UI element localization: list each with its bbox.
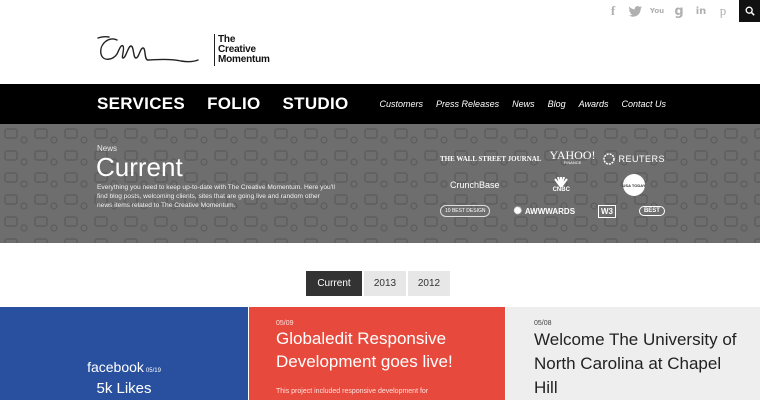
signature-logo-icon (97, 35, 199, 63)
best-web-badge: BEST (638, 206, 665, 216)
peacock-icon (554, 177, 569, 187)
press-logos: THE WALL STREET JOURNAL YAHOO! FINANCE R… (440, 146, 665, 224)
search-icon (745, 6, 755, 16)
cnbc-logo: CNBC (553, 177, 570, 193)
reuters-logo: REUTERS (603, 153, 665, 165)
best-design-badge: 10 BEST DESIGN (440, 205, 491, 217)
facebook-name: facebook (87, 359, 144, 375)
nav-awards[interactable]: Awards (579, 99, 609, 109)
facebook-card[interactable]: facebook 05/19 5k Likes (0, 307, 248, 400)
search-button[interactable] (739, 0, 760, 22)
press-row-3: 10 BEST DESIGN ✺ AWWWARDS W3 BEST (440, 198, 665, 224)
page: f You g in p The Creative Momentum SERVI… (0, 0, 760, 400)
secondary-nav: Customers Press Releases News Blog Award… (367, 84, 666, 124)
awwwards-star-icon: ✺ (513, 205, 522, 217)
tab-current[interactable]: Current (306, 271, 362, 296)
facebook-likes: 5k Likes (96, 380, 152, 397)
primary-nav: SERVICES FOLIO STUDIO (97, 84, 371, 124)
nav-contact-us[interactable]: Contact Us (621, 99, 666, 109)
nav-services[interactable]: SERVICES (97, 94, 185, 114)
card-excerpt: This project included responsive develop… (276, 388, 429, 395)
awwwards-wordmark: AWWWARDS (524, 206, 576, 216)
w3-award-logo: W3 (598, 204, 616, 218)
youtube-icon[interactable]: You (647, 1, 667, 21)
facebook-date: 05/19 (145, 368, 161, 374)
news-card-unc[interactable]: 05/08 Welcome The University of North Ca… (506, 307, 760, 400)
card-title[interactable]: Welcome The University of North Carolina… (534, 328, 749, 400)
linkedin-icon[interactable]: in (691, 1, 711, 21)
social-bar: f You g in p (601, 0, 760, 22)
main-nav-bar: SERVICES FOLIO STUDIO Customers Press Re… (0, 84, 760, 124)
pinterest-icon[interactable]: p (713, 1, 733, 21)
card-date: 05/09 (276, 320, 294, 327)
google-plus-icon[interactable]: g (669, 1, 689, 21)
tab-2012[interactable]: 2012 (408, 271, 450, 296)
crunchbase-logo: CrunchBase (450, 180, 500, 190)
tab-2013[interactable]: 2013 (364, 271, 406, 296)
yahoo-wordmark: YAHOO! (549, 148, 596, 162)
press-row-1: THE WALL STREET JOURNAL YAHOO! FINANCE R… (440, 146, 665, 172)
page-title: Current (96, 152, 183, 182)
yahoo-sub: FINANCE (563, 160, 582, 165)
hero-banner: News Current Everything you need to keep… (0, 124, 760, 243)
awwwards-logo: ✺ AWWWARDS (513, 206, 575, 217)
logo-wordmark: The Creative Momentum (218, 35, 270, 65)
nav-customers[interactable]: Customers (380, 99, 424, 109)
usatoday-logo: USA TODAY (623, 174, 645, 196)
twitter-icon[interactable] (625, 1, 645, 21)
facebook-icon[interactable]: f (603, 1, 623, 21)
cnbc-wordmark: CNBC (552, 187, 570, 193)
nav-folio[interactable]: FOLIO (207, 94, 260, 114)
logo-divider (214, 34, 215, 66)
press-row-2: CrunchBase CNBC USA TODAY (440, 172, 665, 198)
hero-description: Everything you need to keep up-to-date w… (97, 184, 335, 209)
logo-line-3: Momentum (218, 54, 270, 65)
reuters-dots-icon (603, 153, 616, 165)
nav-news[interactable]: News (512, 99, 535, 109)
facebook-label: facebook 05/19 (0, 359, 248, 375)
nav-press-releases[interactable]: Press Releases (436, 99, 499, 109)
card-title[interactable]: Globaledit Responsive Development goes l… (276, 327, 491, 373)
reuters-wordmark: REUTERS (618, 154, 665, 164)
wsj-logo: THE WALL STREET JOURNAL (440, 155, 542, 163)
news-card-globaledit[interactable]: 05/09 Globaledit Responsive Development … (249, 307, 505, 400)
year-tabs: Current 2013 2012 (306, 271, 452, 296)
nav-blog[interactable]: Blog (548, 99, 566, 109)
site-logo[interactable]: The Creative Momentum (95, 30, 270, 70)
nav-studio[interactable]: STUDIO (283, 94, 349, 114)
yahoo-logo: YAHOO! FINANCE (549, 148, 596, 167)
card-date: 05/08 (534, 320, 552, 327)
